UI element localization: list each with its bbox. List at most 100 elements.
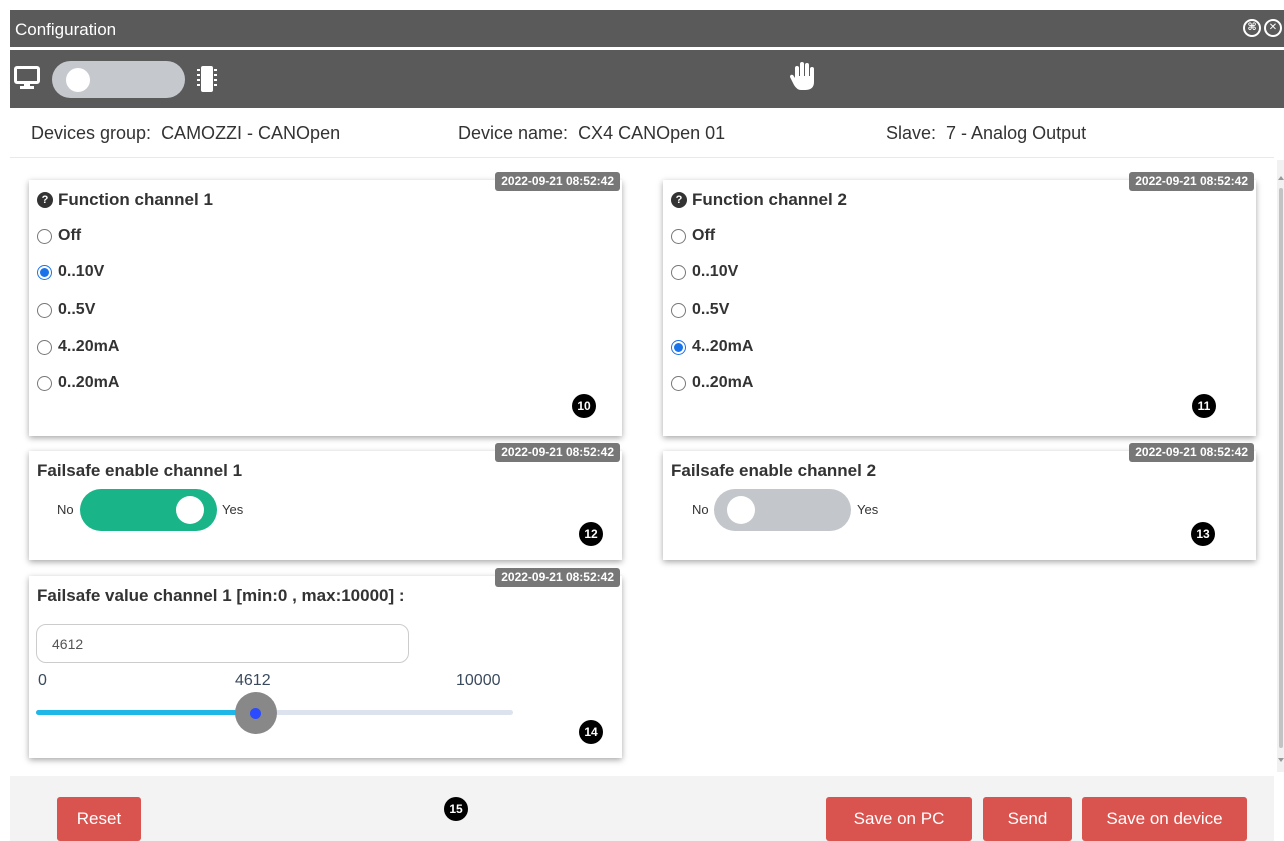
radio-button[interactable]: [671, 228, 686, 244]
radio-label: 0..5V: [692, 301, 730, 318]
monitor-icon: [14, 66, 40, 89]
save-on-pc-button[interactable]: Save on PC: [826, 797, 972, 841]
radio-option-off[interactable]: Off: [37, 227, 81, 245]
reset-button[interactable]: Reset: [57, 797, 141, 841]
slider-max-label: 10000: [456, 672, 501, 689]
function-channel-1-card: 2022-09-21 08:52:42 ? Function channel 1…: [29, 172, 622, 436]
failsafe-value-1-card: 2022-09-21 08:52:42 Failsafe value chann…: [29, 568, 622, 758]
chip-icon: [197, 66, 217, 92]
switch-yes-label: Yes: [857, 502, 879, 517]
timestamp-badge: 2022-09-21 08:52:42: [1129, 443, 1254, 462]
card-title: Failsafe enable channel 2: [671, 461, 876, 481]
radio-option-4-20ma[interactable]: 4..20mA: [671, 338, 753, 356]
help-icon[interactable]: ?: [671, 192, 687, 208]
radio-button[interactable]: [671, 264, 686, 280]
timestamp-badge: 2022-09-21 08:52:42: [495, 568, 620, 587]
failsafe-enable-2-switch[interactable]: [714, 489, 851, 531]
failsafe-enable-1-card: 2022-09-21 08:52:42 Failsafe enable chan…: [29, 443, 622, 560]
radio-label: 0..5V: [58, 301, 96, 318]
settings-circle-icon[interactable]: ⌘: [1243, 19, 1261, 37]
failsafe-value-input[interactable]: [36, 624, 409, 663]
function-channel-2-card: 2022-09-21 08:52:42 ? Function channel 2…: [663, 172, 1256, 436]
toolbar: [10, 50, 1284, 108]
device-name-info: Device name: CX4 CANOpen 01: [458, 123, 725, 144]
radio-label: Off: [692, 227, 716, 244]
close-circle-icon[interactable]: ✕: [1264, 19, 1282, 37]
card-title-text: Function channel 2: [692, 190, 847, 209]
slider-min-label: 0: [38, 672, 47, 689]
help-icon[interactable]: ?: [37, 192, 53, 208]
number-badge: 15: [444, 797, 468, 821]
radio-label: 4..20mA: [692, 338, 754, 355]
footer-bar: Reset 15 Save on PC Send Save on device: [10, 776, 1274, 841]
mode-toggle-knob: [66, 68, 90, 92]
number-badge: 11: [1192, 394, 1216, 418]
radio-option-0-5v[interactable]: 0..5V: [37, 301, 95, 319]
device-name-label: Device name:: [458, 123, 569, 143]
window-title-bar: Configuration ⌘ ✕: [10, 10, 1284, 47]
radio-button[interactable]: [37, 228, 52, 244]
radio-label: 0..10V: [692, 263, 739, 280]
radio-option-0-20ma[interactable]: 0..20mA: [37, 374, 119, 392]
radio-button[interactable]: [37, 264, 52, 280]
number-badge: 12: [579, 522, 603, 546]
device-name-value: CX4 CANOpen 01: [578, 123, 726, 143]
devices-group-info: Devices group: CAMOZZI - CANOpen: [31, 123, 340, 144]
number-badge: 13: [1191, 522, 1215, 546]
switch-knob: [727, 496, 755, 524]
scrollbar-thumb[interactable]: [1279, 188, 1283, 748]
switch-yes-label: Yes: [222, 502, 244, 517]
radio-label: 4..20mA: [58, 338, 120, 355]
radio-button[interactable]: [37, 339, 52, 355]
radio-label: Off: [58, 227, 82, 244]
slave-info: Slave: 7 - Analog Output: [886, 123, 1086, 144]
radio-option-0-5v[interactable]: 0..5V: [671, 301, 729, 319]
radio-label: 0..20mA: [692, 374, 754, 391]
radio-option-0-20ma[interactable]: 0..20mA: [671, 374, 753, 392]
save-on-device-button[interactable]: Save on device: [1082, 797, 1247, 841]
failsafe-enable-1-switch[interactable]: [80, 489, 217, 531]
mode-toggle[interactable]: [52, 61, 185, 98]
radio-button[interactable]: [671, 375, 686, 391]
radio-option-4-20ma[interactable]: 4..20mA: [37, 338, 119, 356]
slider-handle[interactable]: [234, 692, 277, 734]
card-title-text: Failsafe value channel 1 [min:0 , max:10…: [37, 586, 405, 605]
scroll-up-arrow-icon[interactable]: [1278, 176, 1284, 180]
failsafe-enable-2-card: 2022-09-21 08:52:42 Failsafe enable chan…: [663, 443, 1256, 560]
devices-group-label: Devices group:: [31, 123, 152, 143]
slider-handle-dot: [250, 707, 262, 719]
hand-icon[interactable]: [788, 60, 818, 92]
timestamp-badge: 2022-09-21 08:52:42: [1129, 172, 1254, 191]
card-title: ? Function channel 2: [671, 190, 847, 210]
radio-label: 0..10V: [58, 263, 105, 280]
radio-button[interactable]: [37, 375, 52, 391]
slider-current-label: 4612: [235, 672, 271, 689]
send-button[interactable]: Send: [983, 797, 1072, 841]
radio-button[interactable]: [671, 302, 686, 318]
card-title-text: Failsafe enable channel 1: [37, 461, 243, 480]
timestamp-badge: 2022-09-21 08:52:42: [495, 172, 620, 191]
slave-value: 7 - Analog Output: [946, 123, 1087, 143]
window-title: Configuration: [15, 20, 117, 39]
card-title-text: Failsafe enable channel 2: [671, 461, 877, 480]
devices-group-value: CAMOZZI - CANOpen: [161, 123, 341, 143]
card-title: ? Function channel 1: [37, 190, 213, 210]
switch-no-label: No: [692, 502, 709, 517]
card-title: Failsafe enable channel 1: [37, 461, 242, 481]
timestamp-badge: 2022-09-21 08:52:42: [495, 443, 620, 462]
radio-label: 0..20mA: [58, 374, 120, 391]
radio-option-0-10v[interactable]: 0..10V: [671, 263, 738, 281]
radio-option-0-10v[interactable]: 0..10V: [37, 263, 104, 281]
radio-button[interactable]: [671, 339, 686, 355]
slider-fill: [36, 710, 256, 715]
radio-button[interactable]: [37, 302, 52, 318]
scroll-down-arrow-icon[interactable]: [1278, 758, 1284, 762]
card-title: Failsafe value channel 1 [min:0 , max:10…: [37, 586, 405, 606]
number-badge: 14: [579, 720, 603, 744]
card-title-text: Function channel 1: [58, 190, 213, 209]
switch-knob: [176, 496, 204, 524]
radio-option-off[interactable]: Off: [671, 227, 715, 245]
failsafe-value-slider[interactable]: [36, 692, 513, 734]
slave-label: Slave:: [886, 123, 937, 143]
switch-no-label: No: [57, 502, 74, 517]
